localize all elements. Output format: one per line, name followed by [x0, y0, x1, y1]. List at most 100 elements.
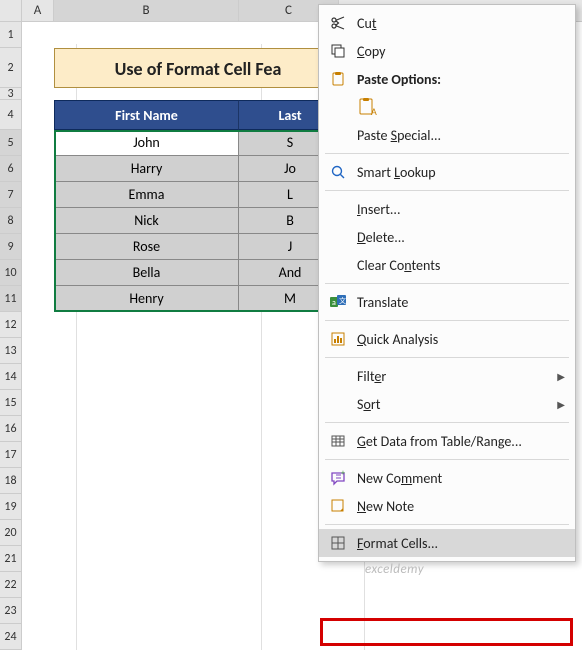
menu-new-comment-label: New Comment [357, 470, 565, 487]
row-header-22[interactable]: 22 [0, 572, 22, 598]
row-header-1[interactable]: 1 [0, 22, 22, 48]
menu-delete[interactable]: Delete... [319, 223, 575, 251]
cell-b11[interactable]: Henry [54, 286, 239, 311]
menu-clear-contents-label: Clear Contents [357, 257, 565, 274]
row-header-21[interactable]: 21 [0, 546, 22, 572]
blank-icon [327, 227, 349, 247]
blank-icon [327, 199, 349, 219]
row-header-17[interactable]: 17 [0, 442, 22, 468]
menu-separator [325, 422, 569, 423]
row-header-6[interactable]: 6 [0, 156, 22, 182]
copy-icon [327, 41, 349, 61]
row-header-5[interactable]: 5 [0, 130, 22, 156]
row-header-4[interactable]: 4 [0, 100, 22, 130]
row-header-14[interactable]: 14 [0, 364, 22, 390]
chevron-right-icon: ▶ [557, 370, 565, 383]
menu-paste-options: Paste Options: [319, 65, 575, 93]
row-header-11[interactable]: 11 [0, 286, 22, 312]
data-table: First Name Last John S Harry Jo Emma L N… [54, 100, 342, 312]
title-banner: Use of Format Cell Fea [54, 48, 342, 88]
column-header-b[interactable]: B [54, 0, 239, 21]
row-header-16[interactable]: 16 [0, 416, 22, 442]
menu-insert-label: Insert... [357, 201, 565, 218]
cell-b10[interactable]: Bella [54, 260, 239, 285]
context-menu: Cut Copy Paste Options: A Paste Special.… [318, 4, 576, 562]
quick-analysis-icon [327, 329, 349, 349]
menu-quick-analysis[interactable]: Quick Analysis [319, 325, 575, 353]
menu-paste-default[interactable]: A [319, 93, 575, 121]
menu-delete-label: Delete... [357, 229, 565, 246]
row-header-19[interactable]: 19 [0, 494, 22, 520]
comment-icon: + [327, 468, 349, 488]
row-header-15[interactable]: 15 [0, 390, 22, 416]
scissors-icon [327, 13, 349, 33]
svg-text:文: 文 [339, 296, 346, 305]
menu-insert[interactable]: Insert... [319, 195, 575, 223]
row-header-7[interactable]: 7 [0, 182, 22, 208]
menu-smart-lookup-label: Smart Lookup [357, 164, 565, 181]
note-icon [327, 496, 349, 516]
row-header-10[interactable]: 10 [0, 260, 22, 286]
svg-text:a: a [332, 298, 336, 308]
column-header-a[interactable]: A [22, 0, 54, 21]
format-cells-icon [327, 533, 349, 553]
row-header-12[interactable]: 12 [0, 312, 22, 338]
menu-separator [325, 153, 569, 154]
row-header-2[interactable]: 2 [0, 48, 22, 88]
cell-b9[interactable]: Rose [54, 234, 239, 259]
menu-separator [325, 357, 569, 358]
clipboard-icon [327, 69, 349, 89]
translate-icon: a文 [327, 292, 349, 312]
menu-new-comment[interactable]: + New Comment [319, 464, 575, 492]
menu-translate[interactable]: a文 Translate [319, 288, 575, 316]
row-header-18[interactable]: 18 [0, 468, 22, 494]
menu-copy-label: Copy [357, 43, 565, 60]
menu-cut-label: Cut [357, 15, 565, 32]
menu-smart-lookup[interactable]: Smart Lookup [319, 158, 575, 186]
menu-quick-analysis-label: Quick Analysis [357, 331, 565, 348]
menu-format-cells[interactable]: Format Cells... [319, 529, 575, 557]
menu-separator [325, 459, 569, 460]
svg-text:+: + [341, 470, 345, 478]
menu-filter[interactable]: Filter ▶ [319, 362, 575, 390]
menu-sort[interactable]: Sort ▶ [319, 390, 575, 418]
blank-icon [327, 125, 349, 145]
cell-b6[interactable]: Harry [54, 156, 239, 181]
menu-paste-special[interactable]: Paste Special... [319, 121, 575, 149]
menu-paste-options-label: Paste Options: [357, 71, 565, 88]
cell-b5[interactable]: John [54, 130, 239, 155]
row-header-8[interactable]: 8 [0, 208, 22, 234]
row-header-3[interactable]: 3 [0, 88, 22, 100]
table-icon [327, 431, 349, 451]
menu-separator [325, 320, 569, 321]
menu-sort-label: Sort [357, 396, 557, 413]
menu-get-data[interactable]: Get Data from Table/Range... [319, 427, 575, 455]
search-icon [327, 162, 349, 182]
row-header-strip: 1 2 3 4 5 6 7 8 9 10 11 12 13 14 15 16 1… [0, 22, 22, 650]
svg-text:A: A [371, 105, 377, 117]
header-first-name: First Name [54, 100, 239, 130]
row-header-9[interactable]: 9 [0, 234, 22, 260]
menu-get-data-label: Get Data from Table/Range... [357, 433, 565, 450]
cell-b7[interactable]: Emma [54, 182, 239, 207]
menu-filter-label: Filter [357, 368, 557, 385]
cell-b8[interactable]: Nick [54, 208, 239, 233]
menu-paste-special-label: Paste Special... [357, 127, 565, 144]
row-header-24[interactable]: 24 [0, 624, 22, 650]
menu-translate-label: Translate [357, 294, 565, 311]
menu-format-cells-label: Format Cells... [357, 535, 565, 552]
menu-separator [325, 283, 569, 284]
menu-copy[interactable]: Copy [319, 37, 575, 65]
select-all-corner[interactable] [0, 0, 22, 21]
menu-new-note[interactable]: New Note [319, 492, 575, 520]
blank-icon [327, 255, 349, 275]
row-header-13[interactable]: 13 [0, 338, 22, 364]
chevron-right-icon: ▶ [557, 398, 565, 411]
menu-clear-contents[interactable]: Clear Contents [319, 251, 575, 279]
blank-icon [327, 394, 349, 414]
row-header-20[interactable]: 20 [0, 520, 22, 546]
row-header-23[interactable]: 23 [0, 598, 22, 624]
menu-cut[interactable]: Cut [319, 9, 575, 37]
blank-icon [327, 366, 349, 386]
menu-separator [325, 190, 569, 191]
